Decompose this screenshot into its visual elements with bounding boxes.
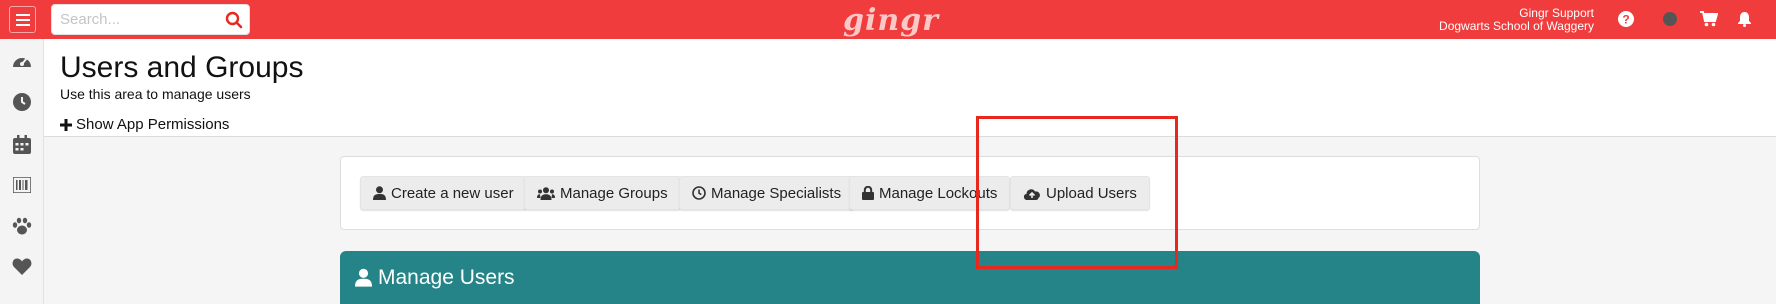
manage-specialists-button[interactable]: Manage Specialists: [679, 176, 855, 210]
search-button[interactable]: [225, 11, 243, 29]
dashboard-icon: [13, 57, 31, 67]
sidebar-item-timeclock[interactable]: [11, 91, 33, 113]
heart-icon: [12, 258, 32, 275]
manage-groups-label: Manage Groups: [560, 184, 668, 202]
create-user-button[interactable]: Create a new user: [360, 176, 527, 210]
sidebar-item-pets[interactable]: [11, 215, 33, 237]
svg-text:?: ?: [1622, 13, 1629, 27]
sidebar-item-barcode[interactable]: [11, 174, 33, 196]
manage-specialists-label: Manage Specialists: [711, 184, 842, 202]
paw-icon: [12, 217, 32, 235]
user-actions-panel: Create a new user Manage Groups Manage S…: [340, 156, 1480, 230]
search-box: [51, 4, 250, 35]
account-org: Dogwarts School of Waggery: [1439, 19, 1594, 33]
cart-button[interactable]: [1700, 10, 1718, 28]
question-circle-icon: ?: [1618, 11, 1634, 27]
clock-outline-icon: [692, 186, 706, 200]
sidebar: [0, 39, 44, 304]
page-subtitle: Use this area to manage users: [60, 86, 251, 102]
show-app-permissions-toggle[interactable]: Show App Permissions: [60, 116, 229, 133]
search-icon: [225, 11, 243, 29]
page-title: Users and Groups: [60, 51, 304, 84]
calendar-icon: [13, 134, 31, 154]
search-input[interactable]: [60, 5, 220, 34]
shopping-cart-icon: [1700, 11, 1718, 27]
status-dot-icon: [1663, 12, 1677, 26]
sidebar-item-dashboard[interactable]: [11, 50, 33, 72]
notifications-button[interactable]: [1735, 10, 1753, 28]
barcode-icon: [13, 177, 31, 193]
hamburger-icon: [15, 13, 30, 26]
plus-icon: [60, 118, 72, 131]
gingr-logo[interactable]: gingr: [843, 3, 939, 38]
user-icon: [373, 186, 386, 200]
users-icon: [537, 186, 555, 200]
bell-icon: [1737, 12, 1751, 27]
highlight-box: [976, 116, 1178, 269]
lock-icon: [862, 186, 874, 200]
show-app-permissions-label: Show App Permissions: [76, 116, 230, 133]
create-user-label: Create a new user: [391, 184, 514, 202]
account-info[interactable]: Gingr Support Dogwarts School of Waggery: [1439, 7, 1594, 33]
manage-users-title: Manage Users: [378, 265, 515, 289]
top-navbar: gingr Gingr Support Dogwarts School of W…: [0, 0, 1776, 39]
sidebar-item-favorites[interactable]: [11, 256, 33, 278]
status-indicator[interactable]: [1661, 10, 1679, 28]
user-icon: [355, 268, 372, 287]
sidebar-item-calendar[interactable]: [11, 133, 33, 155]
manage-users-card-header: Manage Users: [340, 251, 1480, 304]
help-button[interactable]: ?: [1617, 10, 1635, 28]
hamburger-menu-button[interactable]: [9, 6, 36, 33]
clock-icon: [13, 93, 31, 111]
manage-groups-button[interactable]: Manage Groups: [524, 176, 681, 210]
